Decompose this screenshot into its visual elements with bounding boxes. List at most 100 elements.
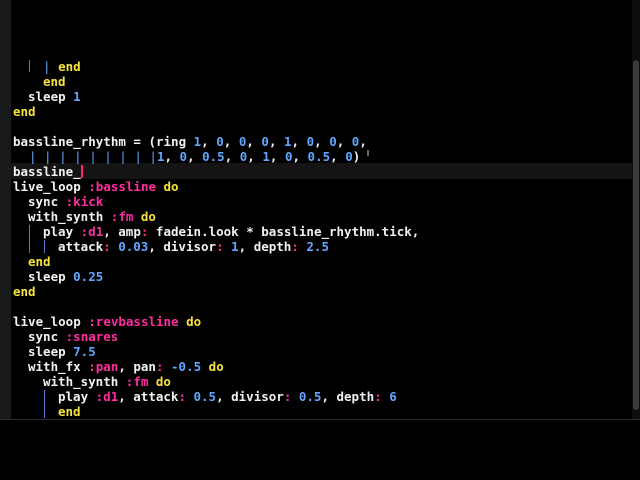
code-token: : bbox=[291, 239, 299, 254]
code-token: 0 bbox=[306, 134, 315, 149]
code-line: sync :snares bbox=[28, 329, 118, 344]
code-token: , depth bbox=[238, 239, 292, 254]
code-token: 0 bbox=[329, 134, 337, 149]
editor-bottom-border bbox=[0, 419, 640, 420]
code-token: , bbox=[314, 134, 330, 149]
code-line: with_synth :fm do bbox=[28, 209, 156, 224]
code-token: , depth bbox=[321, 389, 375, 404]
code-line: bassline_rhythm = (ring 1, 0, 0, 0, 1, 0… bbox=[13, 134, 367, 149]
code-line-current[interactable]: bassline_ bbox=[13, 164, 83, 179]
indent-guide bbox=[44, 240, 45, 253]
vertical-scrollbar[interactable] bbox=[632, 0, 640, 420]
code-line: | end bbox=[43, 59, 81, 74]
code-token: :bassline bbox=[88, 179, 156, 194]
code-token: , bbox=[268, 134, 284, 149]
code-token: end bbox=[58, 404, 81, 419]
code-token: , divisor bbox=[216, 389, 284, 404]
current-line-highlight bbox=[11, 163, 632, 179]
scrollbar-thumb[interactable] bbox=[633, 60, 639, 410]
code-token: do bbox=[156, 179, 179, 194]
code-token: 1 bbox=[73, 89, 81, 104]
code-token: 1 bbox=[231, 239, 239, 254]
code-token: with_fx bbox=[28, 359, 89, 374]
code-token: , bbox=[224, 149, 240, 164]
code-line: end bbox=[13, 104, 36, 119]
code-token: fadein.look * bassline_rhythm.tick, bbox=[148, 224, 420, 239]
code-line: sleep 7.5 bbox=[28, 344, 96, 359]
code-editor[interactable]: | end end sleep 1 end bassline_rhythm = … bbox=[0, 0, 640, 420]
code-token: , bbox=[336, 134, 352, 149]
code-token: end bbox=[43, 74, 66, 89]
code-line: with_fx :pan, pan: -0.5 do bbox=[28, 359, 224, 374]
code-token: -0.5 bbox=[171, 359, 202, 374]
code-token: end bbox=[28, 254, 51, 269]
code-token: : bbox=[103, 239, 111, 254]
code-token: , bbox=[359, 134, 367, 149]
code-line: attack: 0.03, divisor: 1, depth: 2.5 bbox=[58, 239, 329, 254]
code-token: end bbox=[58, 59, 81, 74]
code-token: sleep bbox=[28, 269, 74, 284]
code-line: sleep 0.25 bbox=[28, 269, 103, 284]
indent-guide bbox=[29, 225, 30, 253]
code-token: , bbox=[292, 149, 308, 164]
code-token: sleep bbox=[28, 89, 74, 104]
code-token: ) bbox=[352, 149, 361, 164]
code-token: do bbox=[148, 374, 171, 389]
code-token: 0.5 bbox=[193, 389, 217, 404]
code-token: 6 bbox=[389, 389, 397, 404]
code-token: sleep bbox=[28, 344, 74, 359]
code-token: : bbox=[374, 389, 382, 404]
code-token: , bbox=[330, 149, 346, 164]
code-token: do bbox=[201, 359, 224, 374]
edit-marker bbox=[367, 150, 369, 156]
code-token: , bbox=[187, 149, 203, 164]
code-token: do bbox=[178, 314, 202, 329]
code-line: end bbox=[13, 284, 36, 299]
code-token: 0 bbox=[345, 149, 353, 164]
code-line: sleep 1 bbox=[28, 89, 81, 104]
code-token: bassline_ bbox=[13, 164, 81, 179]
code-token: :snares bbox=[65, 329, 119, 344]
code-token: : bbox=[155, 359, 164, 374]
code-line: play :d1, amp: fadein.look * bassline_rh… bbox=[43, 224, 419, 239]
text-cursor bbox=[80, 165, 83, 178]
code-token: :d1 bbox=[80, 224, 104, 239]
code-token: , divisor bbox=[148, 239, 217, 254]
code-token: , bbox=[164, 149, 180, 164]
code-token: attack bbox=[58, 239, 104, 254]
code-token: with_synth bbox=[28, 209, 111, 224]
code-line: with_synth :fm do bbox=[43, 374, 171, 389]
code-token: 7.5 bbox=[73, 344, 96, 359]
code-token: , bbox=[201, 134, 217, 149]
code-token: live_loop bbox=[13, 179, 89, 194]
code-token: 0.25 bbox=[73, 269, 104, 284]
code-token: :fm bbox=[110, 209, 134, 224]
code-token: | | | | | | | | | bbox=[29, 149, 157, 164]
code-token: , attack bbox=[118, 389, 179, 404]
code-line: end bbox=[28, 254, 51, 269]
code-token: :kick bbox=[65, 194, 104, 209]
code-token: :pan bbox=[88, 359, 119, 374]
code-token: | bbox=[43, 59, 59, 74]
code-token: , bbox=[223, 134, 239, 149]
code-token: 0 bbox=[179, 149, 188, 164]
code-token: 0.5 bbox=[307, 149, 331, 164]
code-token: 0.5 bbox=[298, 389, 322, 404]
code-line: live_loop :bassline do bbox=[13, 179, 179, 194]
code-token: : bbox=[216, 239, 224, 254]
code-token: end bbox=[13, 104, 36, 119]
indent-guide bbox=[29, 60, 30, 72]
code-token: 2.5 bbox=[306, 239, 329, 254]
code-line: play :d1, attack: 0.5, divisor: 0.5, dep… bbox=[58, 389, 397, 404]
code-token: 0.03 bbox=[118, 239, 149, 254]
code-token: , bbox=[269, 149, 285, 164]
code-token: do bbox=[133, 209, 156, 224]
code-token: 0 bbox=[216, 134, 224, 149]
code-token: sync bbox=[28, 329, 66, 344]
code-token: play bbox=[43, 224, 81, 239]
editor-gutter bbox=[0, 0, 11, 420]
